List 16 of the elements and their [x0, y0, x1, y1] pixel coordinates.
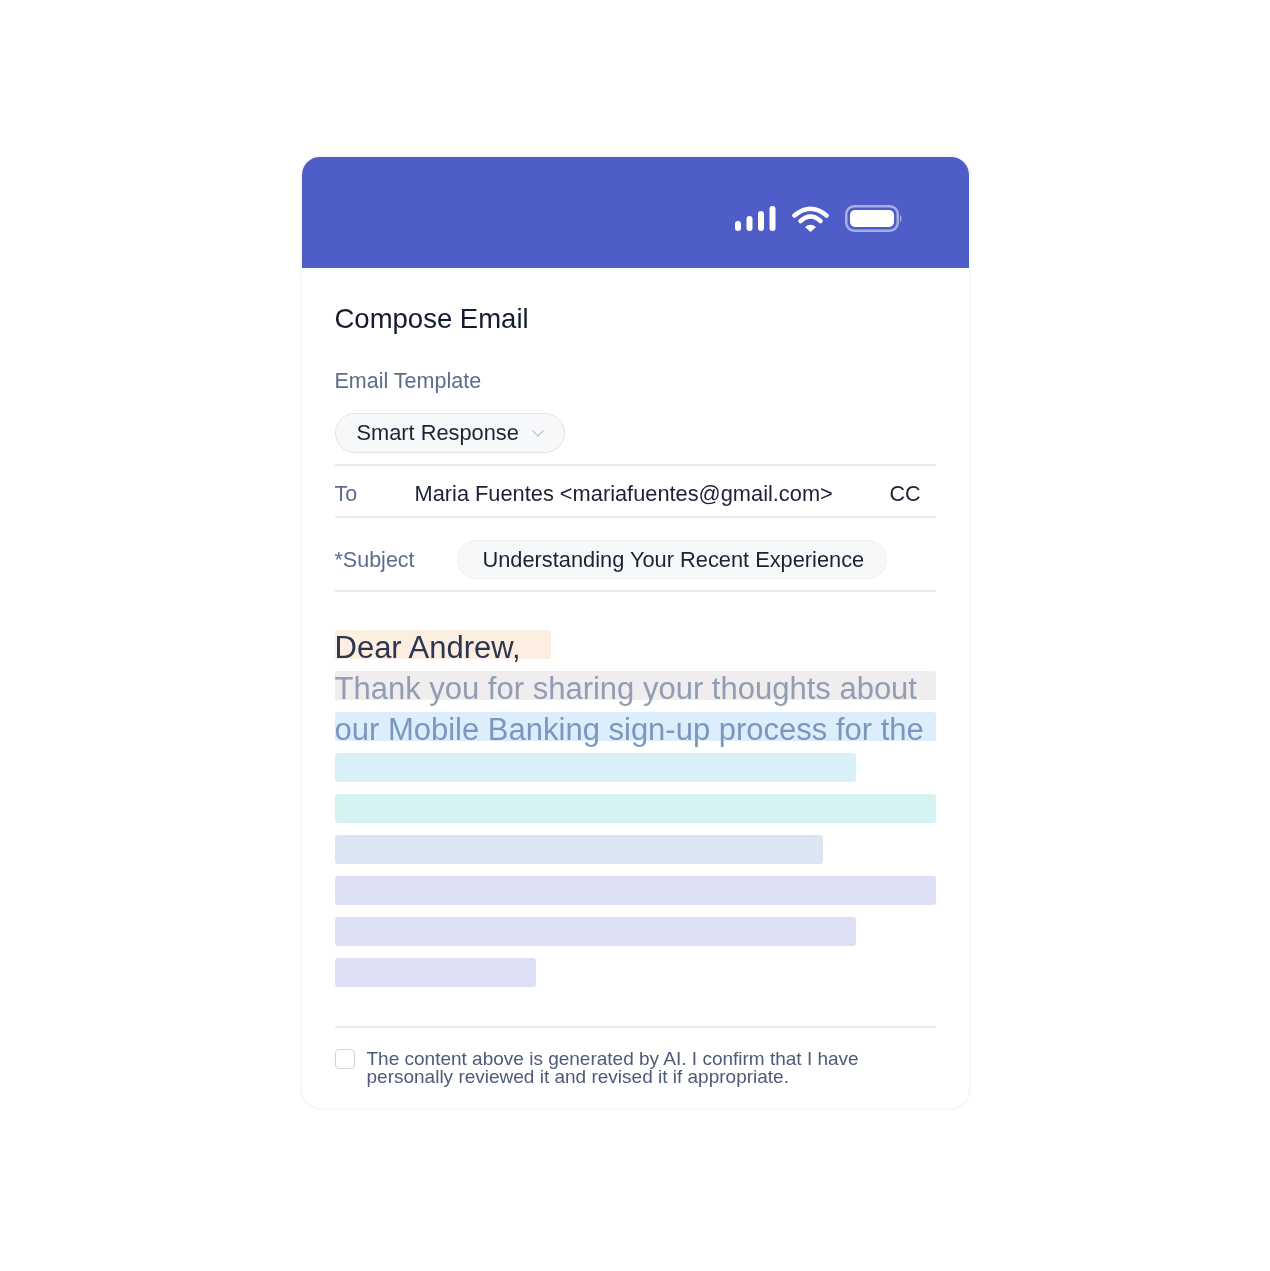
battery-icon [844, 205, 903, 232]
template-dropdown[interactable]: Smart Response [334, 413, 565, 453]
recipient-field[interactable]: Maria Fuentes <mariafuentes@gmail.com> [414, 477, 890, 511]
template-label: Email Template [334, 368, 483, 395]
wifi-icon [791, 205, 829, 232]
subject-label: *Subject [334, 546, 416, 574]
body-text: our Mobile Banking sign-up process for the [334, 712, 936, 748]
confirmation-text: The content above is generated by AI. I confirm that I have personally reviewed it and revised it if appropriate. [366, 1050, 860, 1086]
recipient-label: To [334, 481, 359, 508]
signal-icon [734, 206, 776, 231]
compose-title: Compose Email [334, 302, 530, 336]
confirm-checkbox[interactable] [334, 1049, 355, 1069]
cc-link[interactable]: CC [889, 477, 921, 511]
chevron-down-icon [531, 429, 544, 437]
subject-field[interactable]: Understanding Your Recent Experience [456, 540, 887, 579]
body-text: Thank you for sharing your thoughts about [334, 671, 936, 707]
